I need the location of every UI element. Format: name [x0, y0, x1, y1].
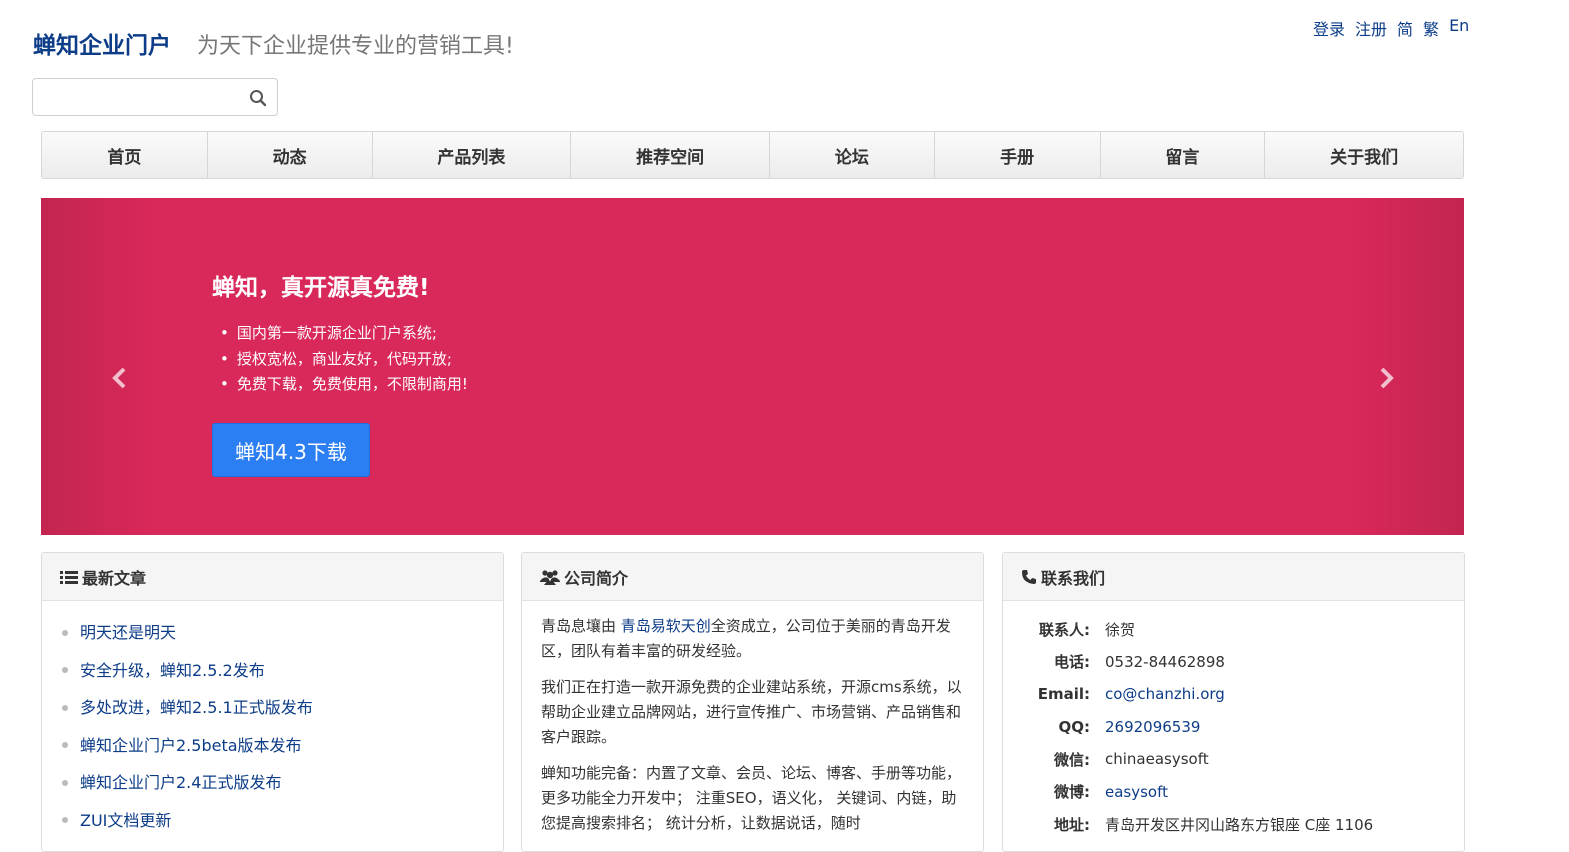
company-intro-text: 青岛息壤由 青岛易软天创全资成立，公司位于美丽的青岛开发区，团队有着丰富的研发经…	[522, 601, 983, 836]
nav-item-news[interactable]: 动态	[208, 132, 373, 178]
nav-item-about[interactable]: 关于我们	[1265, 132, 1463, 178]
table-row: 微信: chinaeasysoft	[1003, 743, 1373, 776]
contact-label: QQ:	[1058, 717, 1090, 736]
users-icon	[540, 569, 560, 585]
article-link[interactable]: 多处改进，蝉知2.5.1正式版发布	[80, 689, 313, 727]
nav-item-manual[interactable]: 手册	[935, 132, 1101, 178]
banner-point: 国内第一款开源企业门户系统;	[220, 321, 468, 347]
contact-label: 微信:	[1054, 750, 1090, 769]
table-row: 地址: 青岛开发区井冈山路东方银座 C座 1106	[1003, 808, 1373, 841]
nav-item-products[interactable]: 产品列表	[373, 132, 572, 178]
main-nav: 首页 动态 产品列表 推荐空间 论坛 手册 留言 关于我们	[41, 131, 1464, 179]
list-item: 多处改进，蝉知2.5.1正式版发布	[62, 689, 503, 727]
panel-header: 公司简介	[522, 553, 983, 601]
intro-paragraph: 蝉知功能完备：内置了文章、会员、论坛、博客、手册等功能，更多功能全力开发中； 注…	[541, 764, 962, 832]
intro-paragraph: 我们正在打造一款开源免费的企业建站系统，开源cms系统，以帮助企业建立品牌网站，…	[541, 678, 962, 746]
contact-value: 青岛开发区井冈山路东方银座 C座 1106	[1105, 815, 1374, 834]
table-row: 微博: easysoft	[1003, 776, 1373, 809]
site-slogan: 为天下企业提供专业的营销工具!	[197, 34, 514, 59]
list-item: 安全升级，蝉知2.5.2发布	[62, 652, 503, 690]
list-item: 蝉知企业门户2.4正式版发布	[62, 764, 503, 802]
list-icon	[60, 570, 78, 584]
panel-header: 联系我们	[1003, 553, 1464, 601]
contact-value: 徐贺	[1105, 620, 1136, 639]
banner-point: 免费下载，免费使用，不限制商用!	[220, 372, 468, 398]
nav-item-forum[interactable]: 论坛	[770, 132, 935, 178]
bullet-icon	[62, 667, 68, 674]
panel-title: 联系我们	[1041, 568, 1106, 588]
site-logo-text[interactable]: 蝉知企业门户	[33, 26, 171, 60]
contact-label: 微博:	[1054, 783, 1090, 802]
search-icon[interactable]	[249, 89, 267, 107]
table-row: 电话: 0532-84462898	[1003, 646, 1373, 679]
lang-english-link[interactable]: En	[1449, 16, 1469, 40]
panel-header: 最新文章	[42, 553, 503, 601]
company-link[interactable]: 青岛易软天创	[621, 617, 711, 635]
nav-item-message[interactable]: 留言	[1101, 132, 1266, 178]
contact-label: 地址:	[1054, 815, 1090, 834]
top-links: 登录 注册 简 繁 En	[1313, 16, 1469, 40]
bullet-icon	[62, 817, 68, 824]
company-intro-panel: 公司简介 青岛息壤由 青岛易软天创全资成立，公司位于美丽的青岛开发区，团队有着丰…	[521, 552, 984, 852]
list-item: 蝉知企业门户2.5beta版本发布	[62, 727, 503, 765]
intro-text: 青岛息壤由	[541, 617, 621, 635]
article-list: 明天还是明天 安全升级，蝉知2.5.2发布 多处改进，蝉知2.5.1正式版发布 …	[42, 601, 503, 839]
chevron-right-icon[interactable]	[1375, 364, 1397, 392]
article-link[interactable]: 蝉知企业门户2.5beta版本发布	[80, 727, 302, 765]
lang-simplified-link[interactable]: 简	[1397, 16, 1413, 40]
contact-label: 电话:	[1054, 653, 1090, 672]
panel-title: 最新文章	[82, 568, 147, 588]
search-input[interactable]	[41, 85, 245, 111]
article-link[interactable]: ZUI文档更新	[80, 802, 171, 840]
login-link[interactable]: 登录	[1313, 16, 1345, 40]
phone-icon	[1022, 569, 1036, 584]
nav-item-spaces[interactable]: 推荐空间	[571, 132, 770, 178]
contact-value: 0532-84462898	[1105, 652, 1225, 671]
table-row: Email: co@chanzhi.org	[1003, 678, 1373, 711]
bullet-icon	[62, 779, 68, 786]
article-link[interactable]: 蝉知企业门户2.4正式版发布	[80, 764, 281, 802]
contact-label: Email:	[1037, 685, 1090, 704]
banner-points: 国内第一款开源企业门户系统; 授权宽松，商业友好，代码开放; 免费下载，免费使用…	[220, 321, 468, 398]
register-link[interactable]: 注册	[1355, 16, 1387, 40]
contact-value: chinaeasysoft	[1105, 750, 1209, 769]
article-link[interactable]: 明天还是明天	[80, 614, 176, 652]
banner-point: 授权宽松，商业友好，代码开放;	[220, 347, 468, 373]
download-button[interactable]: 蝉知4.3下载	[212, 423, 370, 477]
contact-label: 联系人:	[1039, 620, 1090, 639]
intro-paragraph: 青岛息壤由 青岛易软天创全资成立，公司位于美丽的青岛开发区，团队有着丰富的研发经…	[541, 614, 965, 664]
brand: 蝉知企业门户 为天下企业提供专业的营销工具!	[33, 26, 514, 60]
banner-title: 蝉知，真开源真免费!	[212, 275, 430, 301]
lang-traditional-link[interactable]: 繁	[1423, 16, 1439, 40]
table-row: QQ: 2692096539	[1003, 711, 1373, 744]
contact-panel: 联系我们 联系人: 徐贺 电话: 0532-84462898 Email: co@ch…	[1002, 552, 1465, 852]
panel-title: 公司简介	[564, 568, 629, 588]
contact-table: 联系人: 徐贺 电话: 0532-84462898 Email: co@chanzhi…	[1003, 613, 1373, 841]
bullet-icon	[62, 704, 68, 711]
search-box	[32, 78, 278, 116]
list-item: ZUI文档更新	[62, 802, 503, 840]
article-link[interactable]: 安全升级，蝉知2.5.2发布	[80, 652, 265, 690]
latest-articles-panel: 最新文章 明天还是明天 安全升级，蝉知2.5.2发布 多处改进，蝉知2.5.1正…	[41, 552, 504, 852]
email-link[interactable]: co@chanzhi.org	[1105, 685, 1225, 703]
bullet-icon	[62, 742, 68, 749]
qq-link[interactable]: 2692096539	[1105, 718, 1200, 736]
chevron-left-icon[interactable]	[109, 364, 131, 392]
list-item: 明天还是明天	[62, 614, 503, 652]
table-row: 联系人: 徐贺	[1003, 613, 1373, 646]
nav-item-home[interactable]: 首页	[42, 132, 208, 178]
weibo-link[interactable]: easysoft	[1105, 783, 1168, 801]
bullet-icon	[62, 629, 68, 636]
hero-banner: 蝉知，真开源真免费! 国内第一款开源企业门户系统; 授权宽松，商业友好，代码开放…	[41, 198, 1464, 535]
